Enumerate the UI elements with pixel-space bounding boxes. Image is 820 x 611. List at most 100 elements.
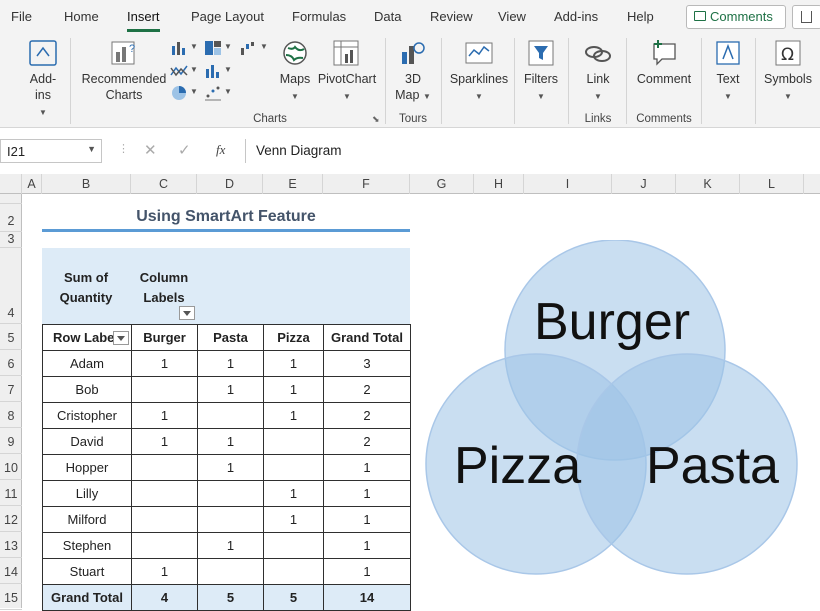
column-header[interactable]: F (323, 174, 410, 194)
value-cell[interactable]: 1 (263, 376, 324, 403)
value-cell[interactable]: 1 (197, 454, 264, 481)
formula-input[interactable]: Venn Diagram (245, 139, 820, 163)
row-label-cell[interactable]: Stuart (42, 558, 132, 585)
value-cell[interactable]: 1 (263, 402, 324, 429)
row-header[interactable]: 5 (0, 324, 22, 350)
add-ins-button[interactable]: Add-ins ▼ (24, 38, 62, 121)
sparklines-button[interactable]: Sparklines ▼ (448, 38, 510, 105)
scatter-chart-icon[interactable] (204, 85, 222, 101)
new-comment-button[interactable]: Comment (632, 38, 696, 87)
row-header[interactable]: 9 (0, 428, 22, 454)
value-cell[interactable]: 1 (323, 532, 411, 559)
row-label-cell[interactable]: Milford (42, 506, 132, 533)
total-cell[interactable]: 4 (131, 584, 198, 611)
link-button[interactable]: Link ▼ (576, 38, 620, 105)
value-cell[interactable]: 1 (263, 350, 324, 377)
row-header[interactable]: 2 (0, 204, 22, 232)
column-header[interactable]: D (197, 174, 263, 194)
tab-formulas[interactable]: Formulas (292, 9, 346, 24)
row-header[interactable]: 8 (0, 402, 22, 428)
tab-page-layout[interactable]: Page Layout (191, 9, 264, 24)
value-cell[interactable]: 1 (323, 454, 411, 481)
column-header[interactable]: B (42, 174, 131, 194)
column-chart-icon[interactable] (170, 40, 188, 56)
tab-review[interactable]: Review (430, 9, 473, 24)
value-cell[interactable] (197, 480, 264, 507)
total-cell[interactable]: 14 (323, 584, 411, 611)
pie-chart-icon[interactable] (170, 85, 188, 101)
tab-help[interactable]: Help (627, 9, 654, 24)
value-cell[interactable]: 1 (131, 350, 198, 377)
row-label-cell[interactable]: Hopper (42, 454, 132, 481)
value-cell[interactable] (263, 558, 324, 585)
value-cell[interactable] (263, 454, 324, 481)
dialog-launcher-icon[interactable]: ⬊ (372, 114, 380, 125)
text-button[interactable]: Text ▼ (708, 38, 748, 105)
row-header[interactable]: 12 (0, 506, 22, 532)
total-cell[interactable]: 5 (197, 584, 264, 611)
column-header[interactable]: A (22, 174, 42, 194)
tab-file[interactable]: File (11, 9, 32, 24)
column-header[interactable]: L (740, 174, 804, 194)
symbols-button[interactable]: Ω Symbols ▼ (762, 38, 814, 105)
row-header[interactable]: 7 (0, 376, 22, 402)
row-header[interactable] (0, 194, 22, 204)
cancel-icon[interactable]: ✕ (144, 141, 157, 159)
tab-home[interactable]: Home (64, 9, 99, 24)
value-cell[interactable]: 1 (197, 376, 264, 403)
row-label-cell[interactable]: Bob (42, 376, 132, 403)
value-cell[interactable]: 1 (131, 402, 198, 429)
chevron-down-icon[interactable]: ▼ (87, 144, 96, 154)
value-cell[interactable] (131, 480, 198, 507)
name-box[interactable]: I21 ▼ (0, 139, 102, 163)
select-all-corner[interactable] (0, 174, 22, 194)
tab-data[interactable]: Data (374, 9, 401, 24)
value-cell[interactable]: 2 (323, 376, 411, 403)
row-header[interactable]: 4 (0, 248, 22, 324)
recommended-charts-button[interactable]: ? Recommended Charts (80, 38, 168, 103)
value-cell[interactable]: 1 (197, 350, 264, 377)
total-cell[interactable]: Grand Total (42, 584, 132, 611)
value-cell[interactable]: 2 (323, 428, 411, 455)
statistic-chart-icon[interactable] (204, 63, 222, 79)
value-cell[interactable] (197, 558, 264, 585)
value-cell[interactable] (131, 376, 198, 403)
row-label-cell[interactable]: David (42, 428, 132, 455)
value-cell[interactable]: 2 (323, 402, 411, 429)
value-cell[interactable]: 1 (197, 428, 264, 455)
column-header[interactable]: G (410, 174, 474, 194)
row-label-cell[interactable]: Lilly (42, 480, 132, 507)
row-labels-filter-button[interactable] (113, 331, 129, 345)
maps-button[interactable]: Maps ▼ (276, 38, 314, 105)
filters-button[interactable]: Filters ▼ (520, 38, 562, 105)
pivotchart-button[interactable]: PivotChart ▼ (316, 38, 378, 105)
column-header[interactable]: I (524, 174, 612, 194)
3d-map-button[interactable]: 3D Map ▼ (392, 38, 434, 105)
row-label-cell[interactable]: Cristopher (42, 402, 132, 429)
venn-diagram[interactable]: Burger Pizza Pasta (420, 239, 820, 580)
row-header[interactable]: 13 (0, 532, 22, 558)
total-cell[interactable]: 5 (263, 584, 324, 611)
tab-view[interactable]: View (498, 9, 526, 24)
comments-button[interactable]: Comments (686, 5, 786, 29)
row-header[interactable]: 15 (0, 584, 22, 610)
row-label-cell[interactable]: Stephen (42, 532, 132, 559)
column-header[interactable]: K (676, 174, 740, 194)
value-cell[interactable] (131, 454, 198, 481)
hierarchy-chart-icon[interactable] (204, 40, 222, 56)
value-cell[interactable]: 1 (263, 480, 324, 507)
insert-function-icon[interactable]: fx (216, 142, 225, 158)
value-cell[interactable]: 1 (263, 506, 324, 533)
line-chart-icon[interactable] (170, 63, 188, 79)
enter-icon[interactable]: ✓ (178, 141, 191, 159)
row-header[interactable]: 6 (0, 350, 22, 376)
value-cell[interactable]: 1 (131, 428, 198, 455)
share-button[interactable] (792, 5, 820, 29)
value-cell[interactable]: 3 (323, 350, 411, 377)
column-header[interactable]: J (612, 174, 676, 194)
value-cell[interactable]: 1 (323, 506, 411, 533)
row-header[interactable]: 3 (0, 232, 22, 248)
row-label-cell[interactable]: Adam (42, 350, 132, 377)
value-cell[interactable]: 1 (197, 532, 264, 559)
value-cell[interactable] (197, 402, 264, 429)
